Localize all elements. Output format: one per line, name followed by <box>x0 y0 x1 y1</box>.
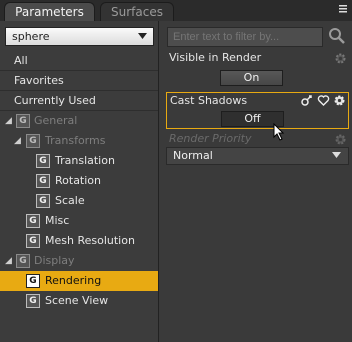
property-render-priority: Render Priority <box>166 132 349 146</box>
tree-item-rotation[interactable]: G Rotation <box>0 171 158 191</box>
parameter-groups-panel: sphere All Favorites Currently Used ◢ G … <box>0 21 159 342</box>
group-icon: G <box>26 234 40 248</box>
tab-bar: Parameters Surfaces <box>0 0 352 21</box>
list-item-currently-used[interactable]: Currently Used <box>0 91 158 111</box>
expand-triangle-icon[interactable]: ◢ <box>14 131 21 151</box>
list-item-all[interactable]: All <box>0 51 158 71</box>
group-icon: G <box>36 154 50 168</box>
tab-surfaces[interactable]: Surfaces <box>100 2 174 21</box>
tree-item-scale[interactable]: G Scale <box>0 191 158 211</box>
tree-item-misc[interactable]: G Misc <box>0 211 158 231</box>
tree-item-general[interactable]: ◢ G General <box>0 111 158 131</box>
group-icon: G <box>36 174 50 188</box>
group-icon: G <box>36 194 50 208</box>
search-icon[interactable] <box>327 26 347 46</box>
render-priority-select[interactable]: Normal <box>166 147 349 165</box>
property-controls <box>301 94 346 107</box>
visible-in-render-toggle[interactable]: On <box>220 70 283 86</box>
tree-item-scene-view[interactable]: G Scene View <box>0 291 158 311</box>
panel-menu-icon[interactable] <box>336 2 350 16</box>
gear-icon[interactable] <box>333 94 346 107</box>
tree-item-rendering[interactable]: G Rendering <box>0 271 158 291</box>
favorite-heart-icon[interactable] <box>317 94 330 107</box>
list-item-favorites[interactable]: Favorites <box>0 71 158 91</box>
tree-item-transforms[interactable]: ◢ G Transforms <box>0 131 158 151</box>
expand-triangle-icon[interactable]: ◢ <box>5 111 12 131</box>
gear-icon[interactable] <box>334 52 347 65</box>
tree-item-display[interactable]: ◢ G Display <box>0 251 158 271</box>
node-select-value: sphere <box>12 30 50 43</box>
render-priority-value: Normal <box>173 149 213 162</box>
link-icon[interactable] <box>301 94 313 107</box>
group-icon: G <box>26 214 40 228</box>
property-label: Render Priority <box>169 132 252 145</box>
property-visible-in-render: Visible in Render On <box>166 51 349 89</box>
group-icon: G <box>26 134 40 148</box>
chevron-down-icon <box>332 152 341 158</box>
tab-parameters[interactable]: Parameters <box>4 2 95 21</box>
filter-input[interactable] <box>167 27 323 47</box>
chevron-down-icon <box>138 33 147 39</box>
group-icon: G <box>16 254 30 268</box>
properties-panel: Visible in Render On Cast Shadows Off <box>161 21 352 342</box>
property-label: Cast Shadows <box>170 94 248 107</box>
tree-item-mesh-resolution[interactable]: G Mesh Resolution <box>0 231 158 251</box>
property-cast-shadows: Cast Shadows Off <box>166 92 349 141</box>
gear-icon <box>335 134 346 145</box>
tree-item-translation[interactable]: G Translation <box>0 151 158 171</box>
node-select[interactable]: sphere <box>5 27 154 46</box>
property-label: Visible in Render <box>169 51 262 64</box>
group-icon: G <box>16 114 30 128</box>
group-icon: G <box>26 274 40 288</box>
expand-triangle-icon[interactable]: ◢ <box>5 251 12 271</box>
group-icon: G <box>26 294 40 308</box>
